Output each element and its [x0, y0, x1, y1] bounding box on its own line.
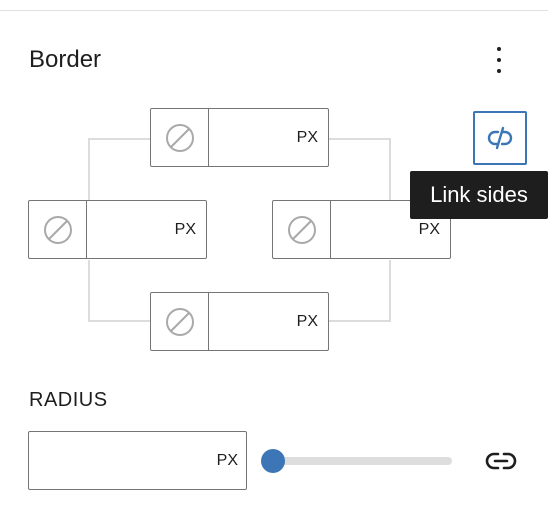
border-top-unit[interactable]: PX [297, 129, 318, 147]
border-left-unit[interactable]: PX [175, 221, 196, 239]
border-bottom-unit[interactable]: PX [297, 313, 318, 331]
link-sides-tooltip: Link sides [410, 171, 548, 219]
more-options-button[interactable] [484, 42, 514, 78]
border-bottom-width-input[interactable]: PX [209, 293, 328, 350]
link-sides-button[interactable] [473, 111, 527, 165]
radius-link-button[interactable] [481, 445, 521, 477]
no-style-icon [287, 215, 316, 244]
border-top-style-button[interactable] [151, 109, 209, 166]
border-left-style-button[interactable] [29, 201, 87, 258]
radius-unit[interactable]: PX [217, 452, 238, 470]
no-style-icon [165, 307, 194, 336]
border-left-width-input[interactable]: PX [87, 201, 206, 258]
radius-input[interactable]: PX [28, 431, 247, 490]
border-bottom-control: PX [150, 292, 329, 351]
border-right-style-button[interactable] [273, 201, 331, 258]
no-style-icon [43, 215, 72, 244]
border-left-control: PX [28, 200, 207, 259]
border-bottom-style-button[interactable] [151, 293, 209, 350]
radius-slider-track[interactable] [273, 457, 452, 465]
unlink-icon [487, 126, 513, 150]
border-top-control: PX [150, 108, 329, 167]
no-style-icon [165, 123, 194, 152]
panel-title: Border [29, 46, 102, 73]
border-top-width-input[interactable]: PX [209, 109, 328, 166]
radius-slider-thumb[interactable] [261, 449, 285, 473]
more-vertical-icon [497, 47, 501, 51]
top-divider [0, 10, 548, 11]
radius-label: RADIUS [29, 389, 108, 411]
link-icon [485, 452, 517, 470]
border-right-unit[interactable]: PX [419, 221, 440, 239]
